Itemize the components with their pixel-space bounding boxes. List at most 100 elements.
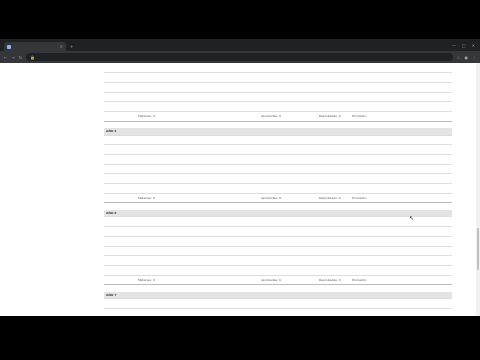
browser-tab[interactable]: × xyxy=(4,42,66,51)
table-cell xyxy=(259,236,289,247)
table-cell xyxy=(317,173,350,185)
table-cell xyxy=(104,72,136,83)
table-row xyxy=(104,72,452,83)
summary-materias: Materias: 9 xyxy=(136,111,220,122)
table-cell xyxy=(237,173,259,185)
table-cell xyxy=(136,265,220,276)
maximize-button[interactable]: □ xyxy=(462,43,466,48)
page-scrollbar[interactable] xyxy=(476,63,480,316)
table-cell xyxy=(317,216,350,228)
table-cell xyxy=(237,92,259,103)
table-cell xyxy=(104,236,136,247)
table-cell xyxy=(104,275,136,286)
table-cell xyxy=(259,265,289,276)
table-row xyxy=(104,82,452,93)
table-cell xyxy=(220,164,237,175)
table-row xyxy=(104,173,452,185)
table-cell xyxy=(289,173,317,185)
profile-icon[interactable]: ● xyxy=(465,55,469,60)
table-cell xyxy=(289,226,317,237)
tab-close-icon[interactable]: × xyxy=(60,44,63,49)
table-cell xyxy=(237,298,259,309)
summary-materias: Materias: 9 xyxy=(136,275,220,286)
spacer-cell xyxy=(104,285,452,292)
summary-row: Materias: 9 Aprobadas: 9 Reprobadas: 0 Prom… xyxy=(104,111,452,122)
address-bar[interactable]: 🔒 xyxy=(26,53,453,61)
table-cell xyxy=(237,246,259,257)
table-cell xyxy=(289,298,317,309)
table-cell xyxy=(104,111,136,122)
forward-icon[interactable]: → xyxy=(11,55,14,60)
table-cell xyxy=(104,255,136,266)
table-cell xyxy=(220,246,237,257)
table-cell xyxy=(104,92,136,103)
table-cell xyxy=(317,82,350,93)
table-cell xyxy=(136,255,220,266)
table-cell xyxy=(317,144,350,155)
table-cell xyxy=(237,275,259,286)
table-cell xyxy=(259,298,289,309)
table-cell xyxy=(350,92,452,103)
table-cell xyxy=(259,144,289,155)
table-cell xyxy=(350,183,452,194)
window-close-button[interactable]: ✕ xyxy=(472,43,475,48)
table-cell xyxy=(237,193,259,204)
table-cell xyxy=(289,265,317,276)
table-cell xyxy=(237,183,259,194)
table-cell xyxy=(104,173,136,185)
table-cell xyxy=(259,101,289,112)
table-cell xyxy=(350,154,452,165)
table-cell xyxy=(350,82,452,93)
table-cell xyxy=(317,183,350,194)
table-cell xyxy=(350,236,452,247)
table-cell xyxy=(259,255,289,266)
table-cell xyxy=(317,265,350,276)
table-cell xyxy=(220,173,237,185)
table-cell xyxy=(220,144,237,155)
summary-reprobadas: Reprobadas: 0 xyxy=(317,111,350,122)
table-row xyxy=(104,236,452,247)
section-spacer xyxy=(104,285,452,292)
reload-icon[interactable]: ↻ xyxy=(19,55,22,60)
table-cell xyxy=(220,63,237,74)
table-cell xyxy=(220,72,237,83)
star-icon[interactable]: ☆ xyxy=(457,55,461,60)
table-cell xyxy=(317,101,350,112)
table-cell xyxy=(350,135,452,146)
minimize-button[interactable]: — xyxy=(452,43,456,48)
table-cell xyxy=(317,246,350,257)
table-cell xyxy=(289,246,317,257)
table-cell xyxy=(289,183,317,194)
table-cell xyxy=(237,236,259,247)
table-cell xyxy=(317,92,350,103)
page-content: Materias: 9 Aprobadas: 9 Reprobadas: 0 Prom… xyxy=(0,63,476,316)
table-cell xyxy=(317,154,350,165)
table-cell xyxy=(220,154,237,165)
tab-strip: × + — □ ✕ xyxy=(0,39,480,51)
table-cell xyxy=(136,92,220,103)
table-cell xyxy=(350,63,452,74)
table-row xyxy=(104,216,452,228)
table-cell xyxy=(237,226,259,237)
table-cell xyxy=(237,308,259,316)
back-icon[interactable]: ← xyxy=(4,55,7,60)
menu-icon[interactable]: ⋮ xyxy=(472,55,476,60)
table-cell xyxy=(136,72,220,83)
table-cell xyxy=(317,72,350,83)
new-tab-button[interactable]: + xyxy=(70,45,73,49)
table-cell xyxy=(104,101,136,112)
table-cell xyxy=(289,63,317,74)
section-title: AÑO 7 xyxy=(104,291,452,300)
table-cell xyxy=(289,164,317,175)
table-cell xyxy=(317,164,350,175)
table-cell xyxy=(220,101,237,112)
table-cell xyxy=(350,216,452,228)
table-row xyxy=(104,92,452,103)
table-cell xyxy=(104,193,136,204)
browser-window: × + — □ ✕ ← → ↻ 🔒 ☆ ● ⋮ Materias: 9 Aprob… xyxy=(0,39,480,316)
table-row xyxy=(104,63,452,74)
table-cell xyxy=(220,183,237,194)
table-cell xyxy=(104,82,136,93)
section-title: AÑO 4 xyxy=(104,128,452,136)
scrollbar-thumb[interactable] xyxy=(477,228,479,270)
